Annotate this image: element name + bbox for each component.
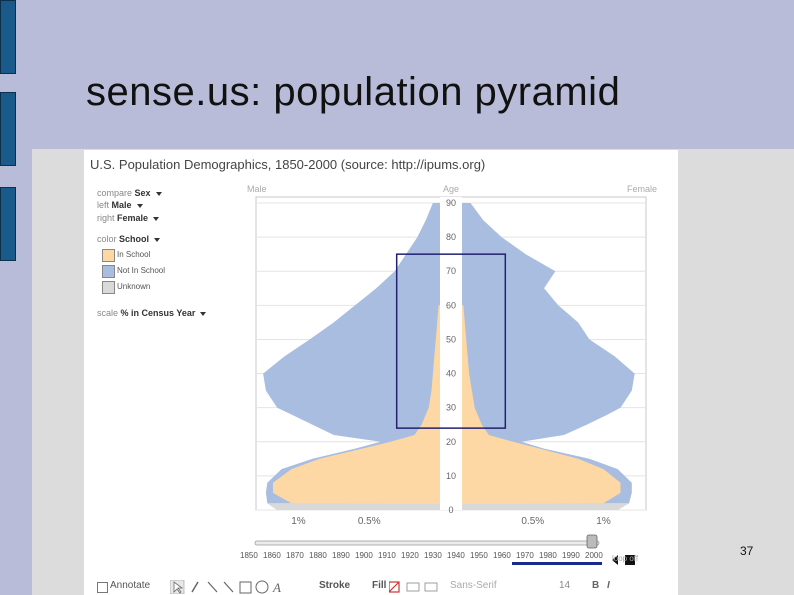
female-header: Female (627, 184, 657, 194)
slide-decoration-bar (0, 0, 16, 74)
fill-label[interactable]: Fill (372, 580, 386, 591)
chevron-down-icon (154, 237, 161, 242)
population-pyramid-chart[interactable]: 90 80 70 60 50 40 30 20 10 0 Male Age Female 1% 0.5% 0.… (247, 183, 657, 528)
timeline-year-label[interactable]: 1990 (562, 551, 580, 560)
scale-label: scale (97, 308, 119, 318)
legend-swatch (102, 265, 115, 278)
timeline-year-label[interactable]: 1850 (240, 551, 258, 560)
arrow-tool-icon[interactable] (223, 581, 234, 593)
app-title: U.S. Population Demographics, 1850-2000 … (90, 157, 486, 172)
chevron-down-icon (155, 191, 162, 196)
ellipse-tool-icon[interactable] (255, 580, 269, 594)
age-axis-band (440, 197, 462, 510)
timeline-year-label[interactable]: 1930 (424, 551, 442, 560)
list-icon[interactable] (424, 582, 438, 592)
timeline-year-label[interactable]: 2000 (585, 551, 603, 560)
age-tick-label: 0 (448, 505, 453, 515)
slide-decoration-bar (0, 187, 16, 261)
male-header: Male (247, 184, 267, 194)
age-tick-label: 10 (446, 471, 456, 481)
slide-decoration-bar (0, 92, 16, 166)
timeline-year-label[interactable]: 1920 (401, 551, 419, 560)
left-control[interactable]: left Male (97, 200, 143, 210)
font-size-select[interactable]: 14 (559, 580, 570, 591)
timeline-slider[interactable] (247, 532, 607, 552)
italic-icon[interactable]: I (607, 580, 610, 591)
color-control[interactable]: color School (97, 234, 161, 244)
age-tick-label: 80 (446, 232, 456, 242)
bold-icon[interactable]: B (592, 580, 599, 591)
scale-value: % in Census Year (120, 308, 196, 318)
timeline-year-label[interactable]: 1880 (309, 551, 327, 560)
x-tick-label: 1% (596, 516, 611, 527)
slider-thumb[interactable] (586, 534, 598, 549)
timeline-year-label[interactable]: 1860 (263, 551, 281, 560)
align-icon[interactable] (406, 582, 420, 592)
color-value: School (119, 234, 150, 244)
legend-label: Unknown (117, 282, 151, 291)
slider-track[interactable] (254, 540, 600, 546)
x-tick-label: 1% (291, 516, 306, 527)
timeline-year-label[interactable]: 1940 (447, 551, 465, 560)
timeline-year-label[interactable]: 1910 (378, 551, 396, 560)
chevron-down-icon (200, 311, 207, 316)
left-value: Male (111, 200, 132, 210)
right-label: right (97, 213, 115, 223)
color-label: color (97, 234, 117, 244)
fill-swatch (389, 581, 438, 593)
female-unknown-area (462, 503, 630, 510)
font-select[interactable]: Sans-Serif (450, 580, 497, 591)
annotate-label: Annotate (110, 580, 151, 591)
age-tick-label: 40 (446, 369, 456, 379)
compare-label: compare (97, 188, 133, 198)
loop-toggle[interactable]: loop off (612, 554, 638, 563)
annotation-tools: A (170, 580, 281, 594)
male-unknown-area (267, 503, 440, 510)
age-tick-label: 70 (446, 266, 456, 276)
legend-label: Not In School (117, 266, 166, 275)
chevron-down-icon (153, 216, 160, 221)
legend-swatch (102, 281, 115, 294)
legend-label: In School (117, 250, 151, 259)
rectangle-tool-icon[interactable] (239, 581, 252, 594)
age-tick-label: 60 (446, 300, 456, 310)
age-tick-label: 20 (446, 437, 456, 447)
scale-control[interactable]: scale % in Census Year (97, 308, 207, 318)
timeline-year-label[interactable]: 1960 (493, 551, 511, 560)
age-tick-label: 90 (446, 198, 456, 208)
timeline-year-label[interactable]: 1980 (539, 551, 557, 560)
right-value: Female (117, 213, 149, 223)
slide-number: 37 (740, 544, 754, 558)
timeline-year-label[interactable]: 1950 (470, 551, 488, 560)
age-header: Age (443, 184, 459, 194)
annotate-checkbox[interactable] (97, 582, 108, 593)
right-control[interactable]: right Female (97, 213, 160, 223)
age-tick-label: 30 (446, 403, 456, 413)
timeline-year-label[interactable]: 1890 (332, 551, 350, 560)
timeline-year-label[interactable]: 1970 (516, 551, 534, 560)
legend-swatch (102, 249, 115, 262)
timeline-year-label[interactable]: 1900 (355, 551, 373, 560)
pencil-tool-icon[interactable] (191, 581, 199, 593)
selected-year-underline (512, 562, 602, 565)
timeline-year-label[interactable]: 1870 (286, 551, 304, 560)
x-tick-label: 0.5% (358, 516, 381, 527)
slide-title: sense.us: population pyramid (86, 70, 621, 114)
left-label: left (97, 200, 110, 210)
x-tick-label: 0.5% (521, 516, 544, 527)
compare-control[interactable]: compare Sex (97, 188, 162, 198)
chevron-down-icon (136, 203, 143, 208)
text-tool-icon[interactable]: A (272, 580, 281, 594)
line-tool-icon[interactable] (207, 581, 218, 593)
stroke-label[interactable]: Stroke (319, 580, 350, 591)
compare-value: Sex (134, 188, 151, 198)
age-tick-label: 50 (446, 334, 456, 344)
